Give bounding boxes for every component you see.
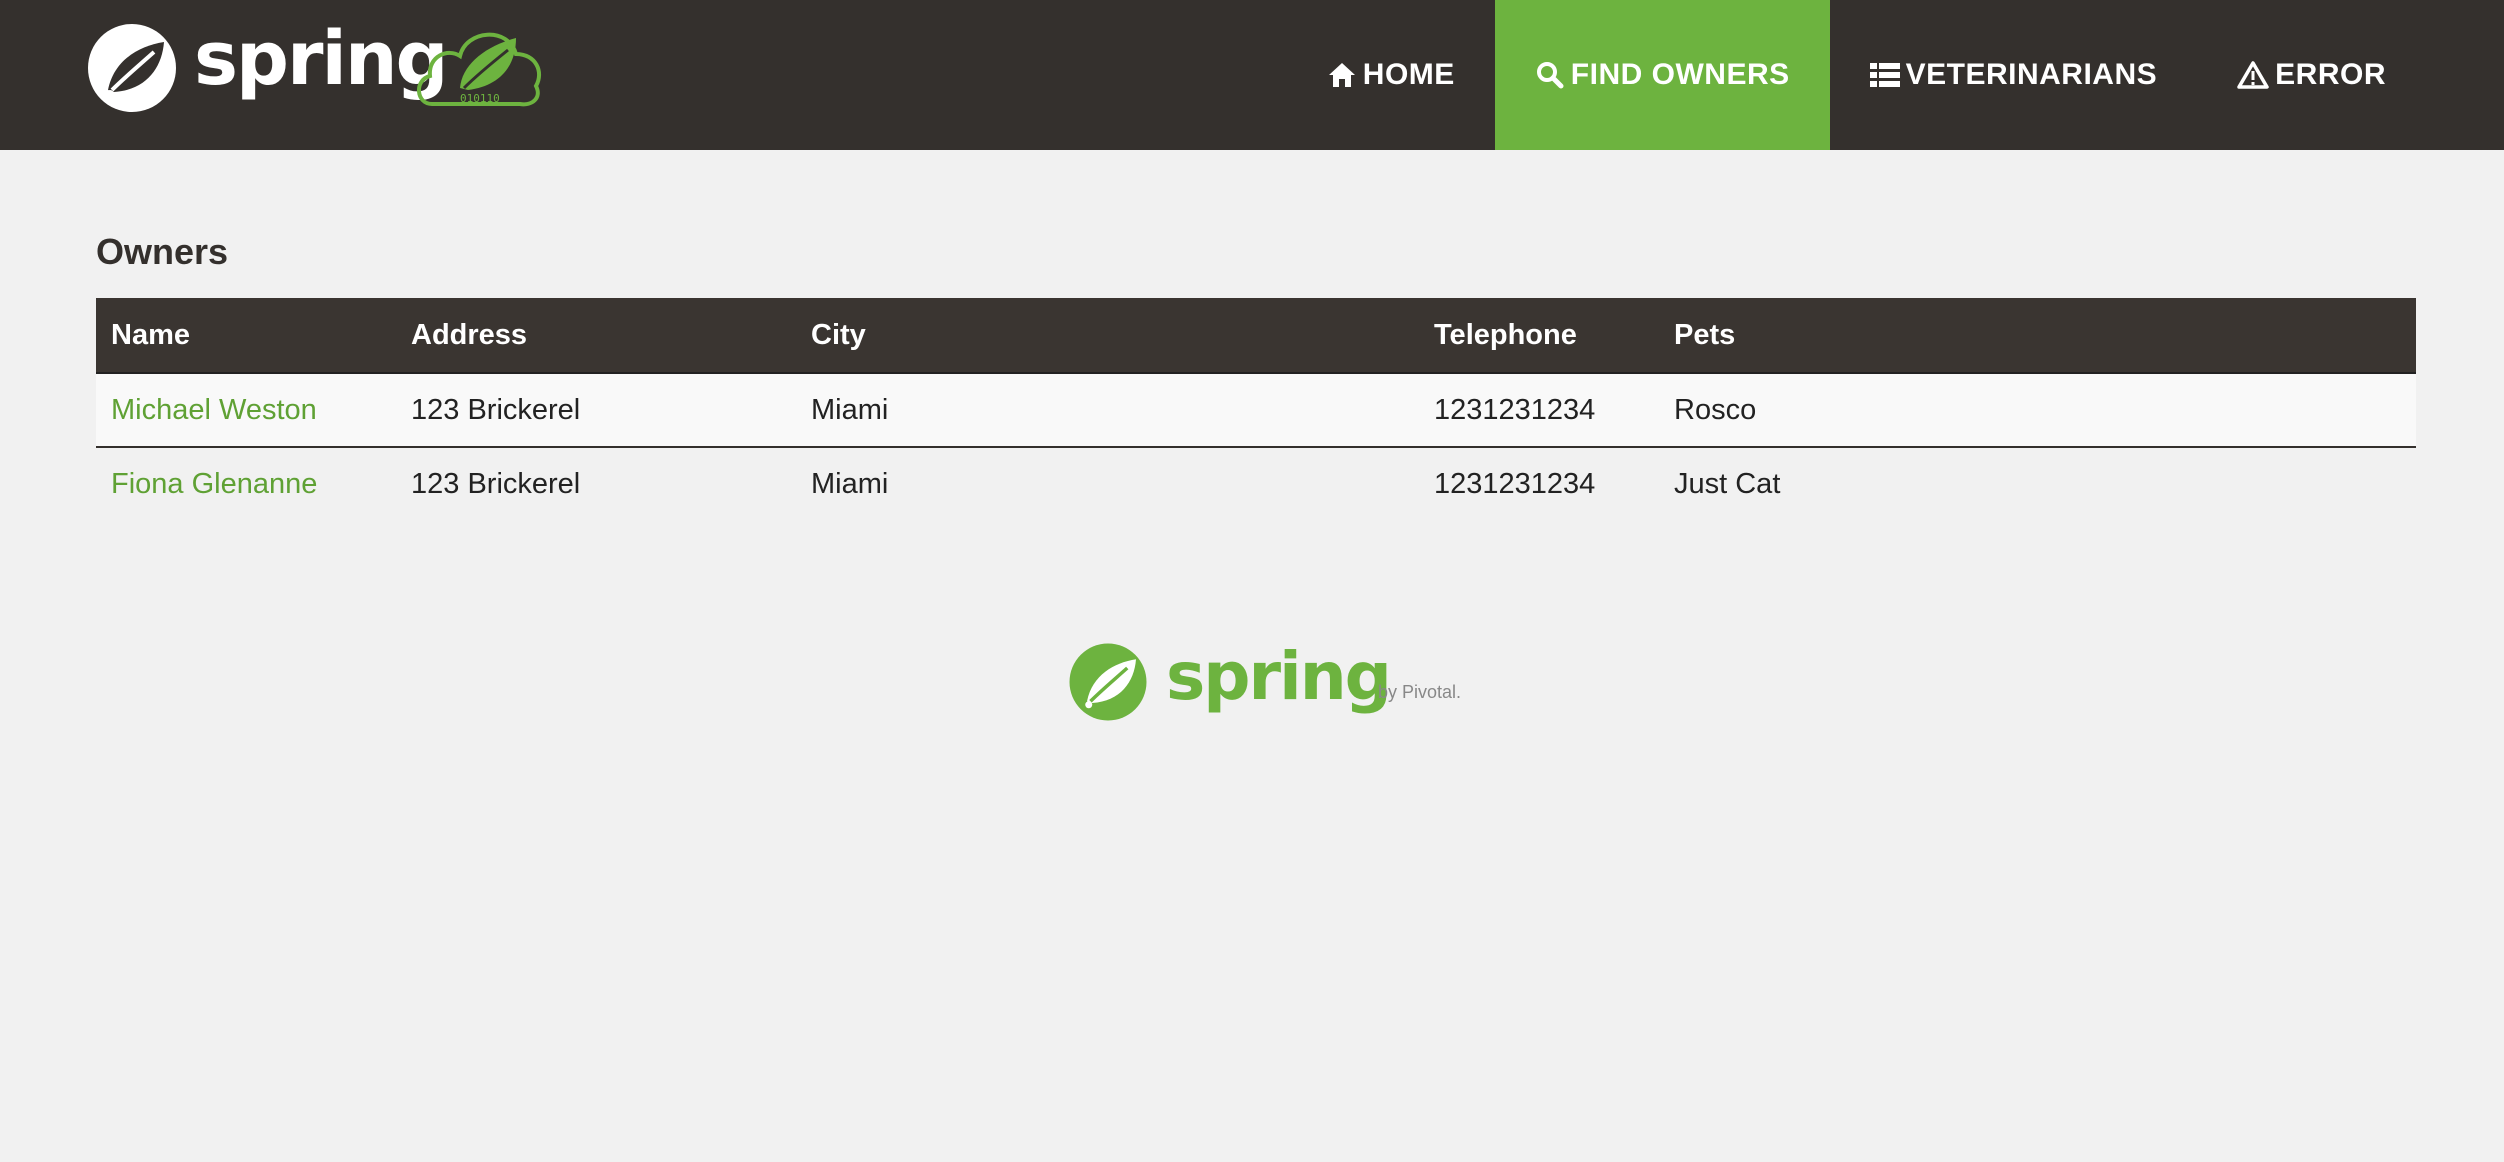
spring-leaf-icon	[88, 24, 176, 112]
list-icon	[1869, 63, 1900, 87]
owner-pets-cell: Rosco	[1659, 373, 2416, 448]
home-icon	[1328, 63, 1355, 87]
cloud-badge-text: 010110	[460, 92, 500, 105]
cloud-leaf-icon: 010110	[417, 32, 542, 107]
owners-table: Name Address City Telephone Pets Michael…	[96, 298, 2416, 520]
column-header-city: City	[796, 298, 1419, 374]
owner-name-cell: Fiona Glenanne	[96, 447, 396, 520]
owner-telephone-cell: 1231231234	[1419, 373, 1659, 448]
owner-city-cell: Miami	[796, 447, 1419, 520]
footer-byline: by Pivotal.	[1378, 682, 1462, 702]
brand-wordmark: spring	[194, 16, 449, 102]
table-row: Michael Weston 123 Brickerel Miami 12312…	[96, 373, 2416, 448]
search-icon	[1536, 62, 1564, 89]
owner-city-cell: Miami	[796, 373, 1419, 448]
nav-label-veterinarians: VETERINARIANS	[1905, 58, 2158, 91]
table-header-row: Name Address City Telephone Pets	[96, 298, 2416, 374]
footer-spring-logo: spring by Pivotal.	[1066, 640, 1466, 724]
column-header-address: Address	[396, 298, 796, 374]
owner-name-link[interactable]: Michael Weston	[111, 394, 317, 426]
column-header-telephone: Telephone	[1419, 298, 1659, 374]
table-row: Fiona Glenanne 123 Brickerel Miami 12312…	[96, 447, 2416, 520]
nav-item-find-owners[interactable]: FIND OWNERS	[1494, 0, 1830, 150]
warning-icon	[2237, 61, 2269, 89]
nav-item-home[interactable]: HOME	[1327, 0, 1495, 150]
owner-name-cell: Michael Weston	[96, 373, 396, 448]
column-header-pets: Pets	[1659, 298, 2416, 374]
column-header-name: Name	[96, 298, 396, 374]
owner-address-cell: 123 Brickerel	[396, 447, 796, 520]
top-navbar: spring 010110 HOME FIND OWNERS VETERINAR…	[0, 0, 2504, 150]
owner-pets-cell: Just Cat	[1659, 447, 2416, 520]
nav-label-home: HOME	[1362, 58, 1455, 91]
nav-item-error[interactable]: ERROR	[2197, 0, 2426, 150]
owner-name-link[interactable]: Fiona Glenanne	[111, 468, 317, 500]
spring-leaf-icon	[1069, 643, 1147, 721]
nav-label-find-owners: FIND OWNERS	[1570, 58, 1790, 91]
owner-address-cell: 123 Brickerel	[396, 373, 796, 448]
main-nav: HOME FIND OWNERS VETERINARIANS ERROR	[1327, 0, 2504, 150]
nav-item-veterinarians[interactable]: VETERINARIANS	[1830, 0, 2198, 150]
footer-wordmark: spring	[1166, 638, 1392, 715]
nav-label-error: ERROR	[2275, 58, 2386, 91]
owner-telephone-cell: 1231231234	[1419, 447, 1659, 520]
spring-logo[interactable]: spring 010110	[84, 18, 544, 114]
page-title: Owners	[96, 231, 229, 272]
